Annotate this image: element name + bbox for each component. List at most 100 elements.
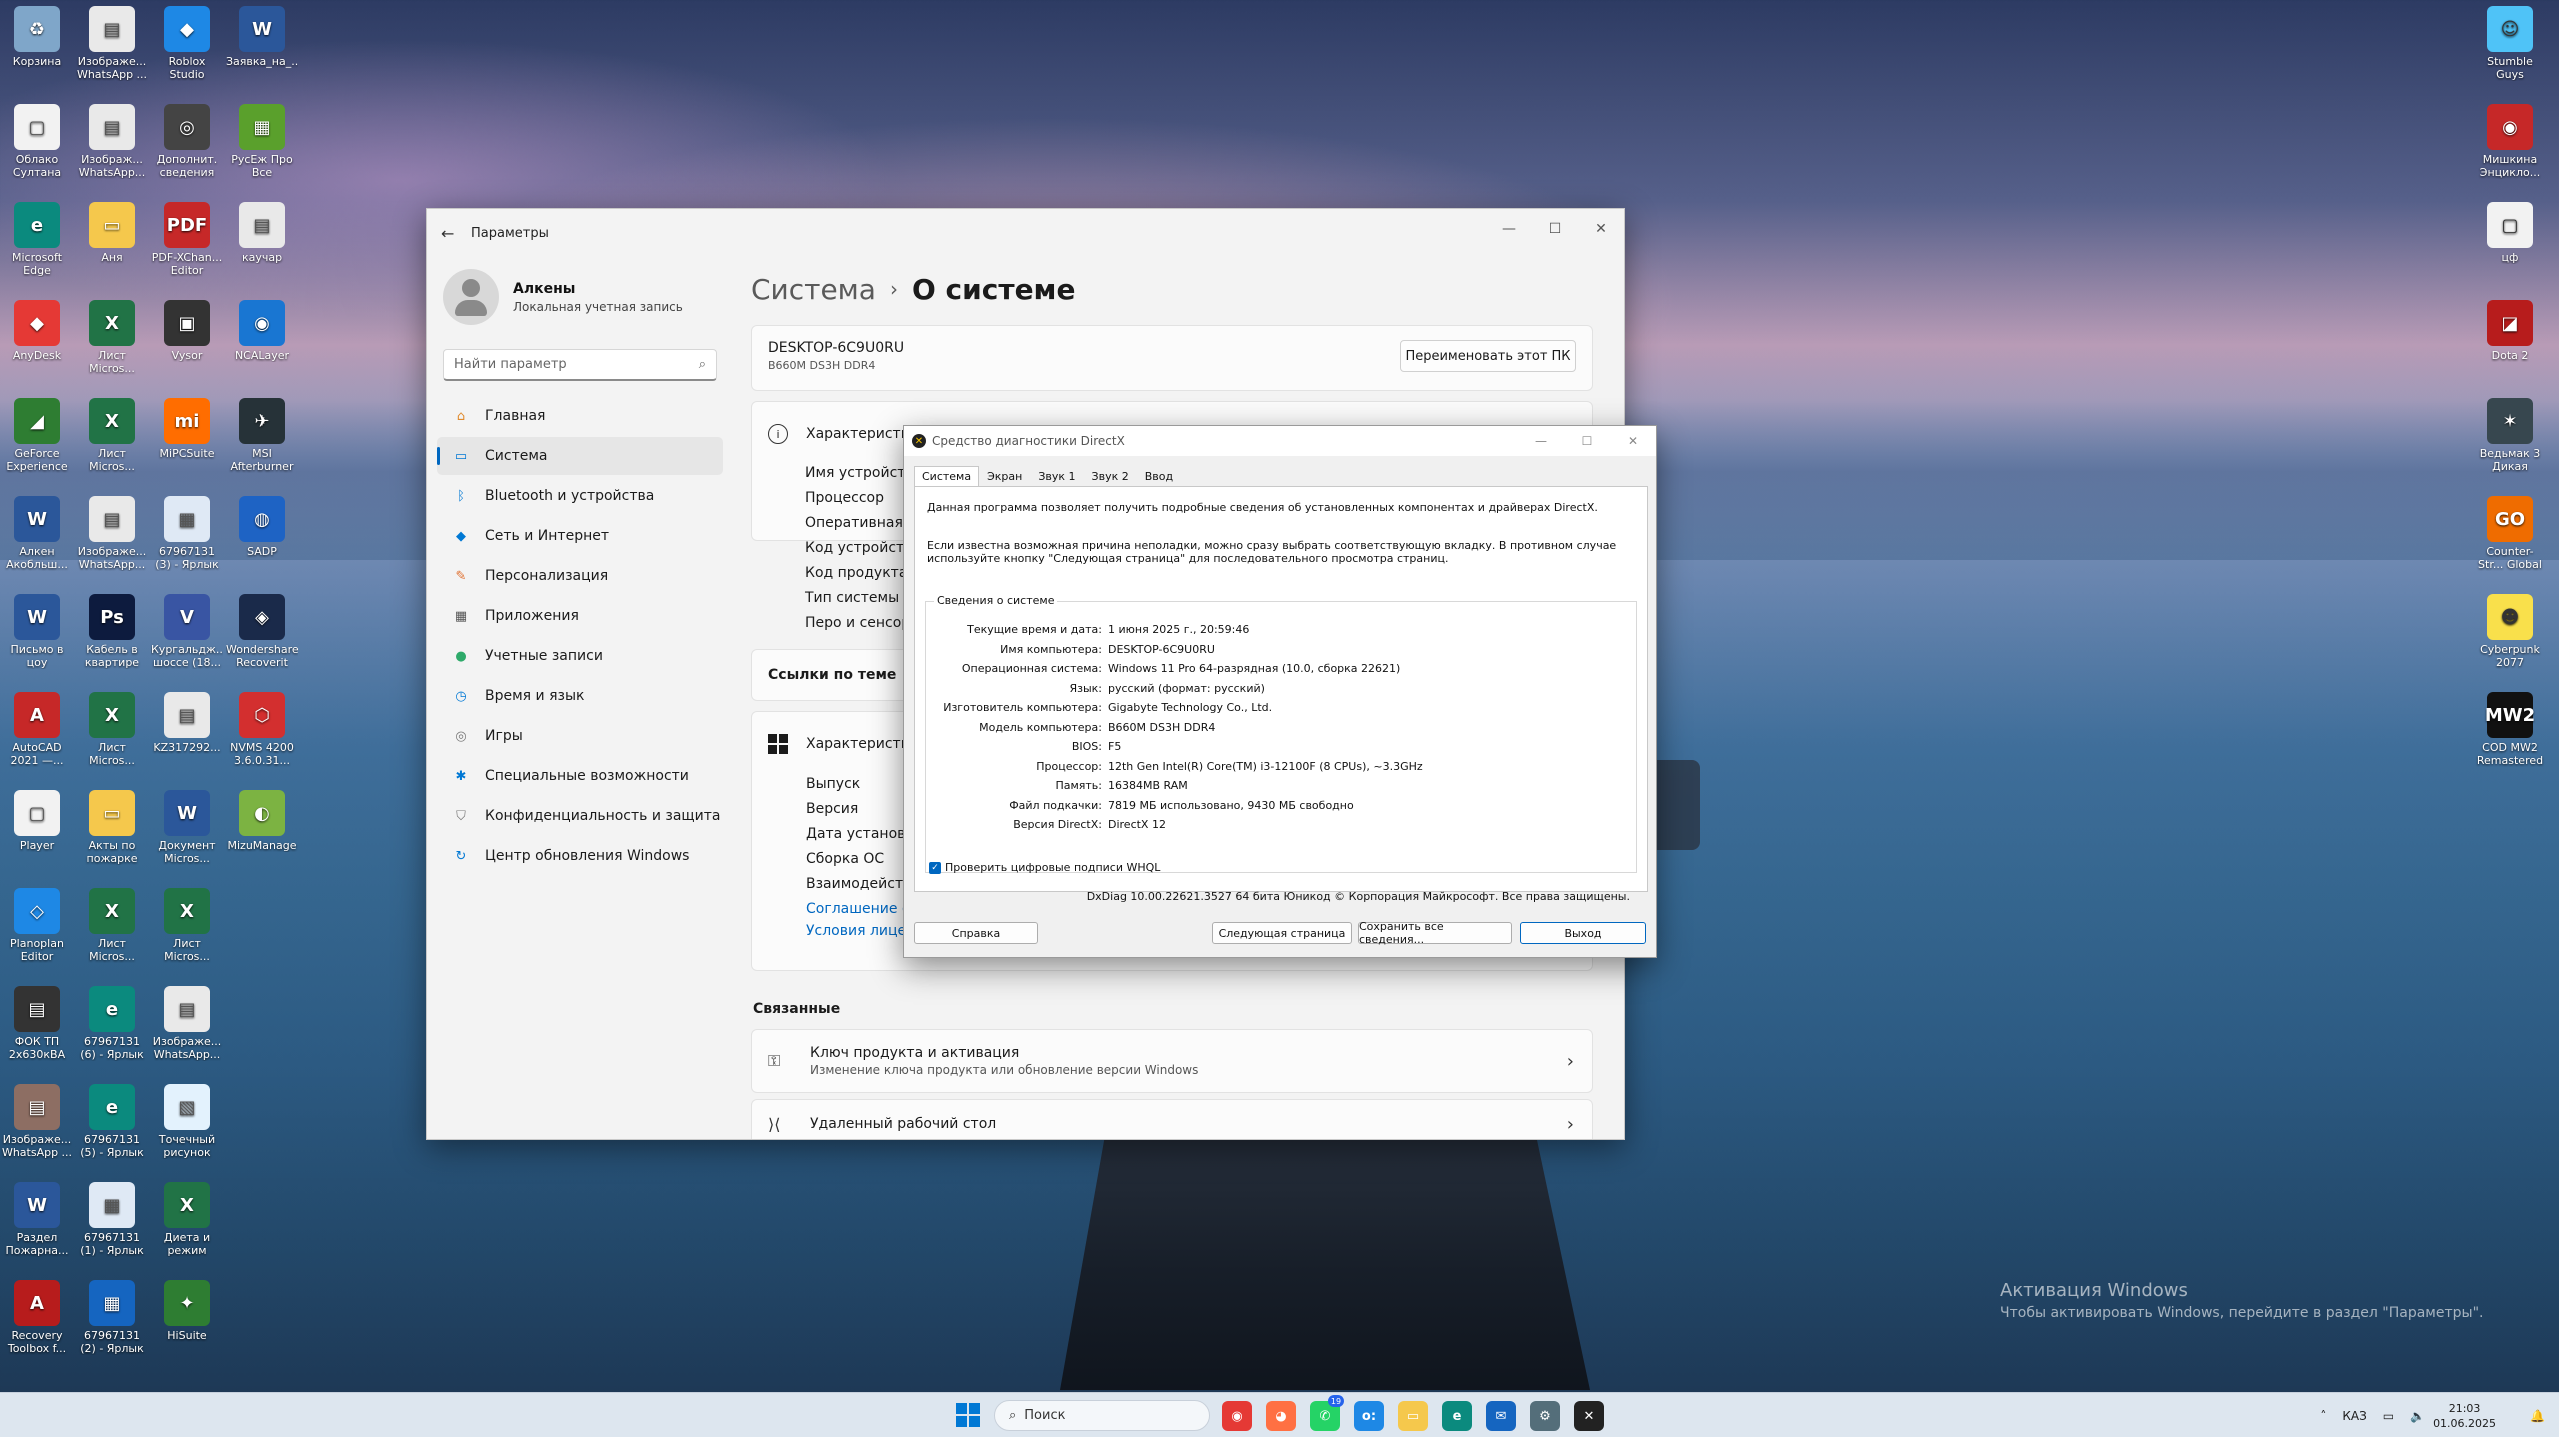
desktop-shortcut[interactable]: ▤ каучар	[226, 202, 298, 264]
desktop-shortcut[interactable]: ▦ РусЕж Про Все	[226, 104, 298, 179]
desktop-shortcut[interactable]: W Документ Micros...	[151, 790, 223, 865]
file-explorer-icon[interactable]: ▭	[1398, 1401, 1428, 1431]
edge-icon[interactable]: e	[1442, 1401, 1472, 1431]
desktop-shortcut[interactable]: ◇ Planoplan Editor	[1, 888, 73, 963]
maximize-button[interactable]: ☐	[1532, 209, 1578, 249]
desktop-shortcut[interactable]: X Лист Micros...	[151, 888, 223, 963]
help-button[interactable]: Справка	[914, 922, 1038, 944]
nav-item[interactable]: ● Учетные записи	[437, 637, 723, 675]
desktop-shortcut[interactable]: ▢ Облако Султана	[1, 104, 73, 179]
desktop-shortcut[interactable]: ▤ Изображ... WhatsApp...	[76, 104, 148, 179]
desktop-shortcut[interactable]: ✦ HiSuite	[151, 1280, 223, 1342]
desktop-shortcut[interactable]: ✈ MSI Afterburner	[226, 398, 298, 473]
desktop-shortcut[interactable]: ▤ KZ317292...	[151, 692, 223, 754]
start-button[interactable]	[956, 1403, 980, 1427]
breadcrumb-parent[interactable]: Система	[751, 273, 876, 306]
volume-icon[interactable]: 🔈	[2410, 1409, 2425, 1423]
dxdiag-tab[interactable]: Экран	[979, 466, 1030, 487]
desktop-shortcut[interactable]: W Заявка_на_...	[226, 6, 298, 68]
desktop-shortcut[interactable]: PDF PDF-XChan... Editor	[151, 202, 223, 277]
desktop-shortcut[interactable]: MW2 COD MW2 Remastered	[2474, 692, 2546, 767]
desktop-shortcut[interactable]: ◈ Wondershare Recoverit	[226, 594, 298, 669]
chevron-up-icon[interactable]: ˄	[2320, 1409, 2326, 1423]
user-profile[interactable]: Алкены Локальная учетная запись	[443, 269, 683, 325]
back-arrow-icon[interactable]: ←	[441, 224, 471, 243]
mail-icon[interactable]: ✉	[1486, 1401, 1516, 1431]
clock[interactable]: 21:03 01.06.2025	[2433, 1401, 2496, 1431]
dxdiag-tab[interactable]: Звук 2	[1084, 466, 1137, 487]
nav-item[interactable]: ▭ Система	[437, 437, 723, 475]
nav-item[interactable]: ✱ Специальные возможности	[437, 757, 723, 795]
close-button[interactable]: ✕	[1610, 426, 1656, 456]
language-indicator[interactable]: КАЗ	[2342, 1409, 2366, 1423]
close-button[interactable]: ✕	[1578, 209, 1624, 249]
copilot-icon[interactable]: o:	[1354, 1401, 1384, 1431]
desktop-shortcut[interactable]: W Алкен Акобльш...	[1, 496, 73, 571]
desktop-shortcut[interactable]: V Кургальдж... шоссе (18...	[151, 594, 223, 669]
nav-item[interactable]: ↻ Центр обновления Windows	[437, 837, 723, 875]
nav-item[interactable]: ⛉ Конфиденциальность и защита	[437, 797, 723, 835]
related-card[interactable]: ⟩⟨ Удаленный рабочий стол ›	[751, 1099, 1593, 1139]
firefox-icon[interactable]: ◕	[1266, 1401, 1296, 1431]
desktop-shortcut[interactable]: Ps Кабель в квартире	[76, 594, 148, 669]
desktop-shortcut[interactable]: ☻ Cyberpunk 2077	[2474, 594, 2546, 669]
desktop-shortcut[interactable]: ▦ 67967131 (2) - Ярлык ()	[76, 1280, 148, 1355]
nav-item[interactable]: ▦ Приложения	[437, 597, 723, 635]
desktop-shortcut[interactable]: X Лист Micros...	[76, 888, 148, 963]
desktop-shortcut[interactable]: ✶ Ведьмак 3 Дикая Охота	[2474, 398, 2546, 473]
settings-gear-icon[interactable]: ⚙	[1530, 1401, 1560, 1431]
nav-item[interactable]: ⌂ Главная	[437, 397, 723, 435]
desktop-shortcut[interactable]: ◪ Dota 2	[2474, 300, 2546, 362]
chrome-icon[interactable]: ◉	[1222, 1401, 1252, 1431]
desktop-shortcut[interactable]: ▦ 67967131 (3) - Ярлык ()	[151, 496, 223, 571]
nav-item[interactable]: ◎ Игры	[437, 717, 723, 755]
desktop-shortcut[interactable]: ◎ Дополнит. сведения	[151, 104, 223, 179]
desktop-shortcut[interactable]: ◉ Мишкина Энцикло...	[2474, 104, 2546, 179]
desktop-shortcut[interactable]: ▤ Изображе... WhatsApp ...	[1, 1084, 73, 1159]
desktop-shortcut[interactable]: W Письмо в цоу	[1, 594, 73, 669]
desktop-shortcut[interactable]: ▧ Точечный рисунок	[151, 1084, 223, 1159]
desktop-shortcut[interactable]: A AutoCAD 2021 —...	[1, 692, 73, 767]
desktop-shortcut[interactable]: ▤ ФОК ТП 2х630кВА	[1, 986, 73, 1061]
nav-item[interactable]: ✎ Персонализация	[437, 557, 723, 595]
desktop-shortcut[interactable]: ▤ Изображе... WhatsApp...	[151, 986, 223, 1061]
taskbar-search[interactable]: ⌕ Поиск	[994, 1400, 1210, 1431]
desktop-shortcut[interactable]: ▣ Vysor	[151, 300, 223, 362]
rename-pc-button[interactable]: Переименовать этот ПК	[1400, 340, 1576, 372]
nav-item[interactable]: ◷ Время и язык	[437, 677, 723, 715]
desktop-shortcut[interactable]: ◉ NCALayer	[226, 300, 298, 362]
desktop-shortcut[interactable]: ◢ GeForce Experience	[1, 398, 73, 473]
desktop-shortcut[interactable]: A Recovery Toolbox f...	[1, 1280, 73, 1355]
desktop-shortcut[interactable]: e 67967131 (6) - Ярлык	[76, 986, 148, 1061]
desktop-shortcut[interactable]: ▭ Аня	[76, 202, 148, 264]
desktop-shortcut[interactable]: ⬡ NVMS 4200 3.6.0.31...	[226, 692, 298, 767]
dxdiag-tab[interactable]: Ввод	[1137, 466, 1181, 487]
minimize-button[interactable]: —	[1518, 426, 1564, 456]
desktop-shortcut[interactable]: ◆ AnyDesk	[1, 300, 73, 362]
exit-button[interactable]: Выход	[1520, 922, 1646, 944]
desktop-shortcut[interactable]: ▢ Player	[1, 790, 73, 852]
desktop-shortcut[interactable]: e Microsoft Edge	[1, 202, 73, 277]
desktop-shortcut[interactable]: mi MiPCSuite	[151, 398, 223, 460]
desktop-shortcut[interactable]: ▤ Изображе... WhatsApp ...	[76, 6, 148, 81]
desktop-shortcut[interactable]: W Раздел Пожарна...	[1, 1182, 73, 1257]
network-icon[interactable]: ▭	[2383, 1409, 2394, 1423]
nav-item[interactable]: ᛒ Bluetooth и устройства	[437, 477, 723, 515]
nav-item[interactable]: ◆ Сеть и Интернет	[437, 517, 723, 555]
desktop-shortcut[interactable]: X Диета и режим	[151, 1182, 223, 1257]
minimize-button[interactable]: —	[1486, 209, 1532, 249]
settings-search-input[interactable]: Найти параметр ⌕	[443, 349, 717, 381]
desktop-shortcut[interactable]: GO Counter-Str... Global Offe...	[2474, 496, 2546, 571]
notification-bell-icon[interactable]: 🔔	[2530, 1409, 2545, 1423]
save-all-info-button[interactable]: Сохранить все сведения...	[1358, 920, 1512, 946]
desktop-shortcut[interactable]: X Лист Micros...	[76, 692, 148, 767]
desktop-shortcut[interactable]: ♻ Корзина	[1, 6, 73, 68]
desktop-shortcut[interactable]: ◐ MizuManage	[226, 790, 298, 852]
dxdiag-tab[interactable]: Звук 1	[1030, 466, 1083, 487]
desktop-shortcut[interactable]: ▤ Изображе... WhatsApp...	[76, 496, 148, 571]
desktop-shortcut[interactable]: ☺ Stumble Guys	[2474, 6, 2546, 81]
desktop-shortcut[interactable]: X Лист Micros...	[76, 300, 148, 375]
desktop-shortcut[interactable]: ◆ Roblox Studio	[151, 6, 223, 81]
desktop-shortcut[interactable]: ▦ 67967131 (1) - Ярлык	[76, 1182, 148, 1257]
desktop-shortcut[interactable]: e 67967131 (5) - Ярлык	[76, 1084, 148, 1159]
